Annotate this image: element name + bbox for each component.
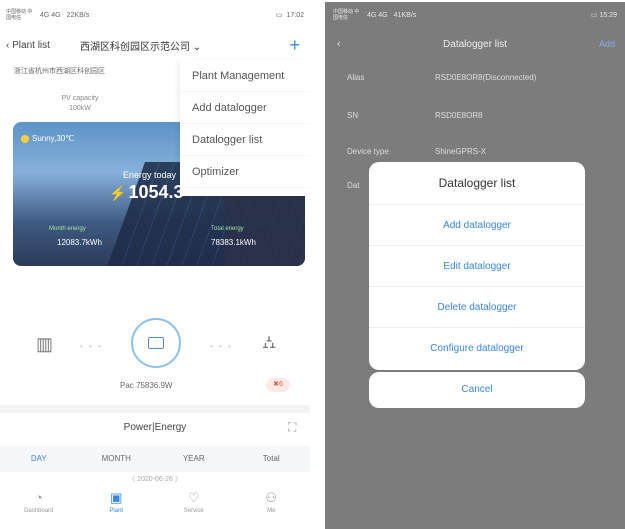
- total-energy-label: Total energy: [211, 226, 244, 232]
- action-sheet-title: Datalogger list: [438, 176, 516, 190]
- plant-menu-dropdown: Plant Management Add datalogger Datalogg…: [180, 60, 310, 196]
- pac-value: Pac 75836.9W: [120, 381, 173, 390]
- chevron-left-icon[interactable]: 〈: [128, 476, 137, 483]
- datalogger-action-sheet: Datalogger list Add datalogger Edit data…: [369, 162, 585, 370]
- date-label: 2020-06-26: [137, 476, 173, 483]
- nav-label: Service: [183, 508, 204, 514]
- menu-optimizer[interactable]: Optimizer: [180, 156, 310, 188]
- inverter-button[interactable]: [131, 318, 181, 368]
- network-label: 4G 4G: [40, 11, 61, 19]
- chevron-left-icon: ‹: [6, 39, 10, 51]
- menu-add-datalogger[interactable]: Add datalogger: [180, 92, 310, 124]
- chevron-right-icon[interactable]: 〉: [173, 476, 182, 483]
- flow-dots-right: • • •: [210, 342, 233, 351]
- info-row-sn: SN RSD0E8OR8: [325, 100, 625, 130]
- total-energy-value: 78383.1kWh: [211, 238, 256, 247]
- network-label: 4G 4G: [367, 11, 388, 19]
- section-divider: [0, 405, 310, 413]
- net-speed: 22KB/s: [66, 11, 90, 19]
- service-icon: ♡: [187, 490, 200, 505]
- energy-today-value: ⚡ 1054.3: [109, 182, 184, 203]
- screenshot: 中国移动 中国电信 4G 4G 22KB/s ▭ 17:02 ‹ Plant l…: [0, 0, 625, 529]
- flow-dots-left: • • •: [80, 342, 103, 351]
- nav-label: Me: [267, 508, 276, 514]
- bolt-icon: ⚡: [109, 185, 127, 201]
- nav-dashboard[interactable]: ◔ Dashboard: [0, 488, 78, 529]
- pv-capacity-label: PV capacity: [61, 95, 99, 102]
- option-add-datalogger[interactable]: Add datalogger: [369, 204, 585, 245]
- fullscreen-icon[interactable]: ⛶: [288, 420, 296, 435]
- plant-address: 浙江省杭州市西湖区科创园区: [14, 68, 105, 75]
- plant-topbar: ‹ Plant list 西湖区科创园区示范公司 ⌄ +: [0, 34, 310, 56]
- clock: 15:29: [599, 12, 617, 19]
- me-icon: ⚇: [265, 490, 278, 505]
- alert-count: 6: [278, 381, 283, 388]
- add-button[interactable]: +: [289, 36, 310, 54]
- plant-name: 西湖区科创园区示范公司: [80, 41, 190, 53]
- clock: 17:02: [286, 11, 304, 19]
- month-energy-value: 12083.7kWh: [57, 238, 102, 247]
- energy-today-label: Energy today: [123, 170, 177, 180]
- datalogger-header: ‹ Datalogger list Add: [325, 32, 625, 56]
- weather-text: Sunny,30℃: [32, 134, 75, 143]
- menu-datalogger-list[interactable]: Datalogger list: [180, 124, 310, 156]
- row-key: Device type: [347, 146, 389, 156]
- row-value: RSD0E8OR8(Disconnected): [435, 72, 537, 82]
- nav-plant[interactable]: ▣ Plant: [78, 488, 156, 529]
- chevron-left-icon: ‹: [337, 38, 341, 50]
- period-tabs: DAY MONTH YEAR Total: [0, 446, 310, 472]
- tab-total[interactable]: Total: [233, 446, 311, 472]
- option-configure-datalogger[interactable]: Configure datalogger: [369, 327, 585, 368]
- nav-label: Plant: [109, 508, 124, 514]
- back-button[interactable]: ‹: [325, 38, 385, 50]
- nav-service[interactable]: ♡ Service: [155, 488, 233, 529]
- inverter-icon: [148, 337, 164, 349]
- cancel-button[interactable]: Cancel: [369, 372, 585, 408]
- chevron-down-icon: ⌄: [192, 41, 202, 53]
- battery-icon: ▭: [275, 12, 283, 19]
- month-energy-label: Month energy: [49, 226, 86, 232]
- weather: Sunny,30℃: [21, 134, 74, 143]
- dashboard-icon: ◔: [34, 490, 43, 505]
- pv-capacity-value: 100kW: [69, 105, 91, 112]
- menu-plant-management[interactable]: Plant Management: [180, 60, 310, 92]
- tab-month[interactable]: MONTH: [78, 446, 156, 472]
- add-datalogger-button[interactable]: Add: [565, 39, 625, 49]
- row-value: RSD0E8OR8: [435, 110, 483, 120]
- date-navigator[interactable]: 〈 2020-06-26 〉: [0, 474, 310, 484]
- energy-flow: ▥ • • • • • • ⛼: [0, 310, 310, 370]
- plant-icon: ▣: [110, 490, 123, 505]
- plant-selector[interactable]: 西湖区科创园区示范公司 ⌄: [80, 38, 289, 53]
- info-row-alias: Alias RSD0E8OR8(Disconnected): [325, 62, 625, 92]
- sun-icon: [21, 134, 29, 143]
- carrier-label: 中国移动 中国电信: [6, 9, 33, 21]
- power-energy-title: Power|Energy: [123, 422, 187, 433]
- plant-list-back-button[interactable]: ‹ Plant list: [0, 40, 80, 51]
- row-value: ShineGPRS-X: [435, 146, 487, 156]
- back-label: Plant list: [12, 39, 50, 51]
- option-delete-datalogger[interactable]: Delete datalogger: [369, 286, 585, 327]
- status-bar: 中国移动 中国电信 4G 4G 41KB/s ▭ 15:29: [325, 2, 625, 28]
- solar-panel-icon: ▥: [36, 334, 54, 354]
- row-key: SN: [347, 110, 359, 120]
- pv-capacity: PV capacity 100kW: [45, 94, 115, 114]
- alert-badge[interactable]: ✖6: [266, 378, 290, 392]
- grid-tower-icon: ⛼: [262, 332, 277, 352]
- energy-today-number: 1054.3: [128, 182, 184, 202]
- net-speed: 41KB/s: [393, 11, 417, 19]
- nav-me[interactable]: ⚇ Me: [233, 488, 311, 529]
- option-edit-datalogger[interactable]: Edit datalogger: [369, 245, 585, 286]
- page-title: Datalogger list: [443, 38, 507, 50]
- status-bar: 中国移动 中国电信 4G 4G 22KB/s ▭ 17:02: [0, 0, 310, 30]
- datalogger-screen: 中国移动 中国电信 4G 4G 41KB/s ▭ 15:29 ‹ Datalog…: [325, 2, 625, 529]
- row-key: Alias: [347, 72, 365, 82]
- tab-day[interactable]: DAY: [0, 446, 78, 472]
- carrier-label: 中国移动 中国电信: [333, 9, 360, 21]
- plant-screen: 中国移动 中国电信 4G 4G 22KB/s ▭ 17:02 ‹ Plant l…: [0, 0, 310, 529]
- nav-label: Dashboard: [24, 508, 54, 514]
- tab-year[interactable]: YEAR: [155, 446, 233, 472]
- bottom-nav: ◔ Dashboard ▣ Plant ♡ Service ⚇ Me: [0, 488, 310, 529]
